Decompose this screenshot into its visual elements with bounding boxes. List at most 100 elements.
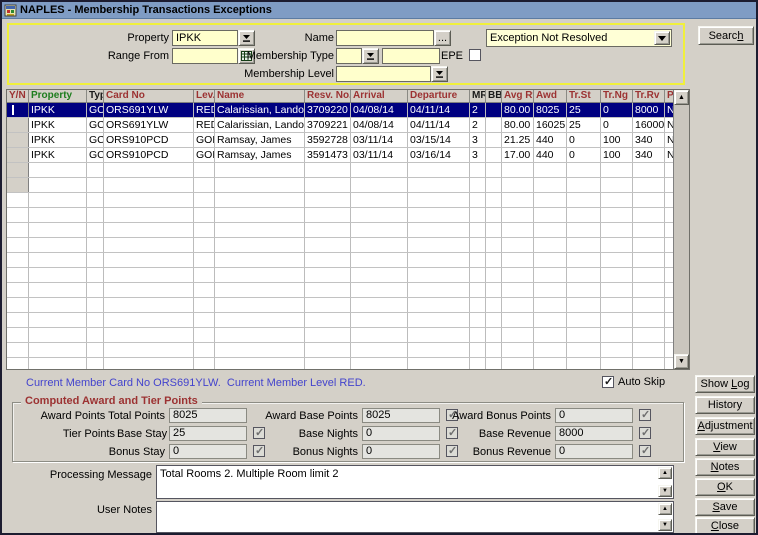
table-cell: [633, 268, 665, 282]
column-header-typ: Typ: [87, 90, 104, 102]
table-row: [7, 193, 673, 208]
table-cell: Calarissian, Lando: [215, 118, 305, 132]
table-cell: 21.25: [502, 133, 534, 147]
membership-level-field[interactable]: [336, 66, 431, 82]
table-cell: N: [665, 103, 673, 117]
record-indicator: [7, 178, 29, 192]
history-button[interactable]: History: [695, 396, 755, 414]
scroll-up-icon[interactable]: [658, 503, 672, 515]
table-cell: [215, 268, 305, 282]
record-indicator: [7, 343, 29, 357]
column-header-pts: Pts.: [665, 90, 673, 102]
exceptions-table: Y/NPropertyTypCard NoLev.NameResv. No.Ar…: [6, 89, 690, 370]
name-field[interactable]: [336, 30, 434, 46]
table-cell: 80.00: [502, 118, 534, 132]
bonus-revenue-checkbox[interactable]: [639, 445, 651, 457]
table-cell: [305, 223, 351, 237]
table-cell: [486, 163, 502, 177]
base-revenue-field[interactable]: 8000: [555, 426, 633, 441]
scroll-up-icon[interactable]: [658, 467, 672, 479]
table-cell: [194, 328, 215, 342]
table-cell: [104, 343, 194, 357]
adjustment-button[interactable]: Adjustment: [695, 417, 755, 435]
table-scrollbar[interactable]: [673, 90, 689, 369]
scroll-down-icon[interactable]: [658, 519, 672, 531]
table-cell: [104, 178, 194, 192]
bonus-stay-field[interactable]: 0: [169, 444, 247, 459]
table-row[interactable]: IPKKGCORS691YLWREDCalarissian, Lando3709…: [7, 118, 673, 133]
membership-type-field[interactable]: [382, 48, 440, 64]
award-points-total-field[interactable]: 8025: [169, 408, 247, 423]
auto-skip-checkbox[interactable]: [602, 376, 614, 388]
record-indicator: [7, 238, 29, 252]
computed-points-group: Computed Award and Tier Points Award Poi…: [12, 402, 684, 462]
table-cell: [470, 313, 486, 327]
table-cell: 100: [601, 133, 633, 147]
table-cell: GC: [87, 133, 104, 147]
table-cell: [665, 283, 673, 297]
table-cell: [87, 193, 104, 207]
table-cell: [470, 238, 486, 252]
bonus-nights-field[interactable]: 0: [362, 444, 440, 459]
table-cell: [29, 208, 87, 222]
base-stay-field[interactable]: 25: [169, 426, 247, 441]
save-button[interactable]: Save: [695, 498, 755, 516]
column-header-lev: Lev.: [194, 90, 215, 102]
table-cell: [87, 283, 104, 297]
award-base-points-field[interactable]: 8025: [362, 408, 440, 423]
name-browse-button[interactable]: ...: [434, 30, 451, 46]
table-cell: [408, 268, 470, 282]
table-cell: [194, 163, 215, 177]
bonus-revenue-field[interactable]: 0: [555, 444, 633, 459]
table-cell: [408, 238, 470, 252]
notes-button[interactable]: Notes: [695, 458, 755, 476]
table-cell: [104, 163, 194, 177]
table-cell: [502, 163, 534, 177]
close-button[interactable]: Close: [695, 517, 755, 535]
app-window: NAPLES - Membership Transactions Excepti…: [0, 0, 758, 535]
scroll-down-icon[interactable]: [674, 354, 689, 369]
table-cell: [305, 358, 351, 369]
scroll-up-icon[interactable]: [674, 90, 689, 105]
title-bar[interactable]: NAPLES - Membership Transactions Excepti…: [2, 2, 756, 19]
current-member-status: Current Member Card No ORS691YLW. Curren…: [26, 377, 366, 389]
property-field[interactable]: IPKK: [172, 30, 238, 46]
processing-message-field[interactable]: Total Rooms 2. Multiple Room limit 2: [156, 465, 674, 499]
table-cell: 440: [534, 133, 567, 147]
base-revenue-checkbox[interactable]: [639, 427, 651, 439]
table-cell: [215, 313, 305, 327]
table-cell: [534, 268, 567, 282]
table-cell: [351, 358, 408, 369]
search-button[interactable]: Search: [698, 26, 754, 45]
column-header-avg-rt: Avg Rt: [502, 90, 534, 102]
user-notes-field[interactable]: [156, 501, 674, 533]
membership-level-dropdown-button[interactable]: [431, 66, 448, 82]
table-cell: [194, 178, 215, 192]
exception-status-select[interactable]: Exception Not Resolved: [486, 29, 672, 47]
table-row[interactable]: IPKKGCORS691YLWREDCalarissian, Lando3709…: [7, 103, 673, 118]
table-cell: [665, 238, 673, 252]
scroll-down-icon[interactable]: [658, 485, 672, 497]
table-cell: [502, 358, 534, 369]
award-bonus-points-checkbox[interactable]: [639, 409, 651, 421]
membership-type-code-field[interactable]: [336, 48, 362, 64]
table-row: [7, 238, 673, 253]
table-cell: 03/11/14: [351, 133, 408, 147]
base-nights-field[interactable]: 0: [362, 426, 440, 441]
table-cell: [470, 223, 486, 237]
bonus-nights-label: Bonus Nights: [243, 445, 358, 459]
membership-type-dropdown-button[interactable]: [362, 48, 379, 64]
table-cell: [351, 253, 408, 267]
table-cell: [305, 238, 351, 252]
column-header-property: Property: [29, 90, 87, 102]
exception-status-arrow-button[interactable]: [654, 31, 670, 45]
epe-checkbox[interactable]: [469, 49, 481, 61]
table-cell: [104, 253, 194, 267]
ok-button[interactable]: OK: [695, 478, 755, 496]
show-log-button[interactable]: Show Log: [695, 375, 755, 393]
view-button[interactable]: View: [695, 438, 755, 456]
award-bonus-points-field[interactable]: 0: [555, 408, 633, 423]
table-row[interactable]: IPKKGCORS910PCDGOLDRamsay, James35927280…: [7, 133, 673, 148]
table-row[interactable]: IPKKGCORS910PCDGOLDRamsay, James35914730…: [7, 148, 673, 163]
column-header-mr: MR: [470, 90, 486, 102]
